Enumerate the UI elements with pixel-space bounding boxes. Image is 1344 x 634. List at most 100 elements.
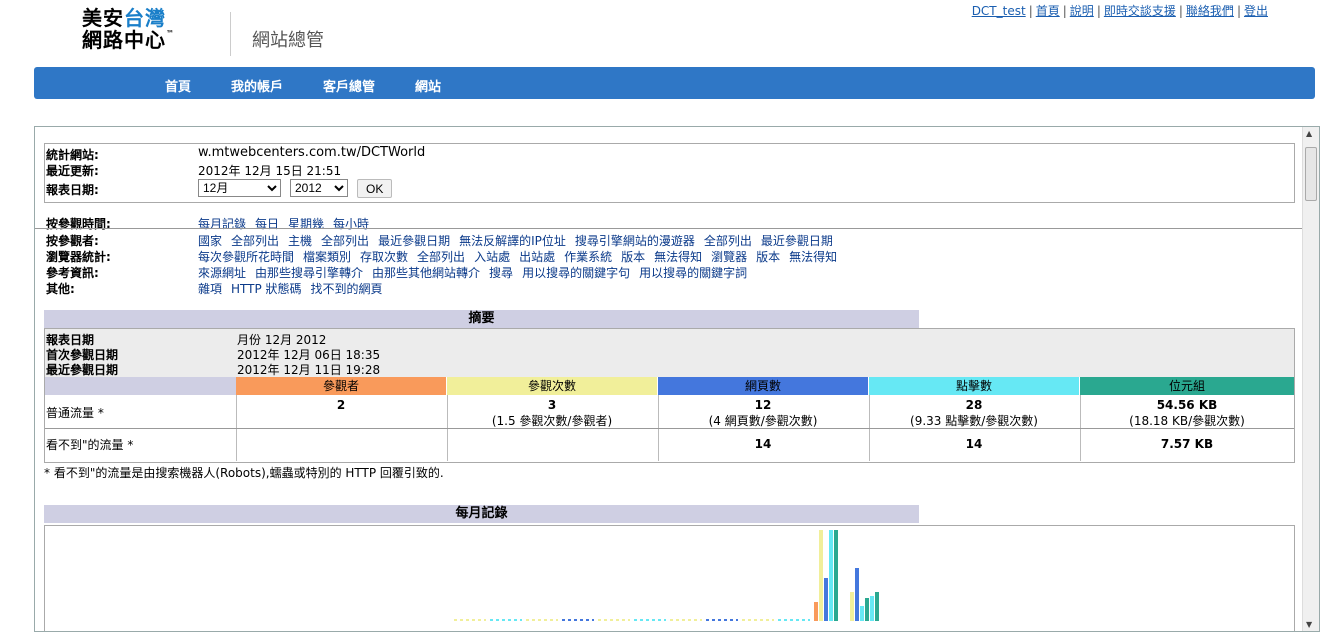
links-referrers: 來源網址 由那些搜尋引擎轉介 由那些其他網站轉介 搜尋 用以搜尋的關鍵字句 用以搜尋的關鍵… <box>198 264 756 281</box>
updated-label: 最近更新: <box>46 164 99 178</box>
month-select[interactable]: 12月 <box>198 179 281 197</box>
ok-button[interactable]: OK <box>357 179 393 198</box>
bar-pages-not-viewed <box>855 568 859 621</box>
user-link[interactable]: DCT_test <box>972 4 1026 18</box>
bar-visitors <box>814 602 818 621</box>
monthly-chart-svg <box>454 530 879 621</box>
help-link[interactable]: 說明 <box>1070 4 1094 18</box>
links-browsers: 每次參觀所花時間 檔案類別 存取次數 全部列出 入站處 出站處 作業系統 版本 無法得知 瀏覽器版… <box>198 248 846 265</box>
normal-visits-sub: (1.5 參觀次數/參觀者) <box>491 414 613 428</box>
links-visitors: 國家 全部列出 主機 全部列出 最近參觀日期 無法反解譯的IP位址 搜尋引擎網站的漫遊器 全部… <box>198 232 842 249</box>
link-version[interactable]: 版本 <box>621 250 645 264</box>
group-label-browsers: 瀏覽器統計: <box>46 250 111 264</box>
bar-bandwidth-extra <box>875 592 879 621</box>
divider <box>35 228 1302 229</box>
site-label: 統計網站: <box>46 148 99 162</box>
link-robots[interactable]: 搜尋引擎網站的漫遊器 <box>575 234 695 248</box>
link-source-url[interactable]: 來源網址 <box>198 266 246 280</box>
top-links: DCT_test | 首頁 | 說明 | 即時交談支援 | 聯絡我們 | 登出 <box>971 4 1268 18</box>
logo-text-line2: 網路中心 <box>82 28 166 52</box>
link-country[interactable]: 國家 <box>198 234 222 248</box>
summary-dates-block <box>45 329 1294 377</box>
link-access-count[interactable]: 存取次數 <box>360 250 408 264</box>
scrollbar-thumb[interactable] <box>1305 147 1317 201</box>
vertical-scrollbar[interactable]: ▲ ▼ <box>1302 127 1319 631</box>
group-label-other: 其他: <box>46 282 75 296</box>
bar-bandwidth-not-viewed <box>865 598 869 621</box>
normal-visits: 3 <box>547 398 557 412</box>
link-last-visit[interactable]: 最近參觀日期 <box>378 234 450 248</box>
link-unresolved-ip[interactable]: 無法反解譯的IP位址 <box>459 234 566 248</box>
stats-content: 統計網站: w.mtwebcenters.com.tw/DCTWorld 最近更… <box>35 127 1302 631</box>
link-keywords[interactable]: 用以搜尋的關鍵字詞 <box>639 266 747 280</box>
link-search[interactable]: 搜尋 <box>489 266 513 280</box>
link-hosts[interactable]: 主機 <box>288 234 312 248</box>
hidden-bandwidth: 7.57 KB <box>1160 437 1214 451</box>
summary-table: 報表日期 月份 12月 2012 首次參觀日期 2012年 12月 06日 18… <box>44 328 1295 463</box>
robots-note: * 看不到"的流量是由搜索機器人(Robots),蠕蟲或特別的 HTTP 回覆引… <box>44 466 444 480</box>
link-keyphrases[interactable]: 用以搜尋的關鍵字句 <box>522 266 630 280</box>
nav-sites[interactable]: 網站 <box>415 76 441 95</box>
year-select[interactable]: 2012 <box>290 179 348 197</box>
group-label-visitors: 按參觀者: <box>46 234 99 248</box>
bar-visits <box>819 530 823 621</box>
link-exit[interactable]: 出站處 <box>519 250 555 264</box>
scroll-up-icon[interactable]: ▲ <box>1306 129 1312 138</box>
link-os[interactable]: 作業系統 <box>564 250 612 264</box>
bar-hits-extra <box>870 596 874 621</box>
home-link[interactable]: 首頁 <box>1036 4 1060 18</box>
link-list-all[interactable]: 全部列出 <box>417 250 465 264</box>
group-label-referrers: 參考資訊: <box>46 266 99 280</box>
link-last-visit[interactable]: 最近參觀日期 <box>761 234 833 248</box>
link-misc[interactable]: 雜項 <box>198 282 222 296</box>
logo-text-black: 美安 <box>82 6 124 30</box>
main-nav: 首頁 我的帳戶 客戶總管 網站 <box>34 67 1315 99</box>
updated-value: 2012年 12月 15日 21:51 <box>198 164 342 178</box>
monthly-chart <box>44 525 1295 631</box>
link-list-all[interactable]: 全部列出 <box>704 234 752 248</box>
group-label-time: 按參觀時間: <box>46 217 111 231</box>
link-visit-duration[interactable]: 每次參觀所花時間 <box>198 250 294 264</box>
link-file-types[interactable]: 檔案類別 <box>303 250 351 264</box>
report-date-label: 報表日期: <box>46 183 99 197</box>
bar-bandwidth <box>834 530 838 621</box>
nav-customers[interactable]: 客戶總管 <box>323 76 375 95</box>
site-title: 網站總管 <box>252 30 324 51</box>
summary-title: 摘要 <box>44 310 919 328</box>
bar-hits <box>829 530 833 621</box>
normal-traffic-label: 普通流量 * <box>46 406 104 420</box>
summary-row-label: 最近參觀日期 <box>46 363 119 377</box>
link-entry[interactable]: 入站處 <box>474 250 510 264</box>
live-chat-link[interactable]: 即時交談支援 <box>1104 4 1176 18</box>
bar-pages <box>824 578 828 621</box>
scroll-down-icon[interactable]: ▼ <box>1306 620 1312 629</box>
link-unknown[interactable]: 無法得知 <box>789 250 837 264</box>
header-empty-cell <box>45 377 236 395</box>
link-not-found[interactable]: 找不到的網頁 <box>311 282 383 296</box>
logo[interactable]: 美安台灣 網路中心™ <box>82 8 192 50</box>
link-list-all[interactable]: 全部列出 <box>231 234 279 248</box>
nav-my-account[interactable]: 我的帳戶 <box>231 76 283 95</box>
header-divider <box>230 12 231 56</box>
logo-text-blue: 台灣 <box>124 6 166 30</box>
normal-bandwidth: 54.56 KB <box>1156 398 1218 412</box>
links-other: 雜項 HTTP 狀態碼 找不到的網頁 <box>198 280 392 297</box>
logo-trademark: ™ <box>166 29 175 38</box>
contact-link[interactable]: 聯絡我們 <box>1186 4 1234 18</box>
link-search-engines[interactable]: 由那些搜尋引擎轉介 <box>255 266 363 280</box>
normal-hits: 28 <box>965 398 983 412</box>
link-unknown[interactable]: 無法得知 <box>654 250 702 264</box>
normal-hits-sub: (9.33 點擊數/參觀次數) <box>910 414 1038 428</box>
col-header-visitors: 參觀者 <box>236 377 446 395</box>
link-browser[interactable]: 瀏覽器 <box>711 250 747 264</box>
link-version[interactable]: 版本 <box>756 250 780 264</box>
link-list-all[interactable]: 全部列出 <box>321 234 369 248</box>
nav-home[interactable]: 首頁 <box>165 76 191 95</box>
hidden-hits: 14 <box>965 437 983 451</box>
link-http-status[interactable]: HTTP 狀態碼 <box>231 282 302 296</box>
december-bars <box>814 530 879 621</box>
col-header-pages: 網頁數 <box>658 377 868 395</box>
links-time: 每月記錄 每日 星期幾 每小時 <box>198 215 378 232</box>
link-other-sites[interactable]: 由那些其他網站轉介 <box>372 266 480 280</box>
logout-link[interactable]: 登出 <box>1244 4 1268 18</box>
